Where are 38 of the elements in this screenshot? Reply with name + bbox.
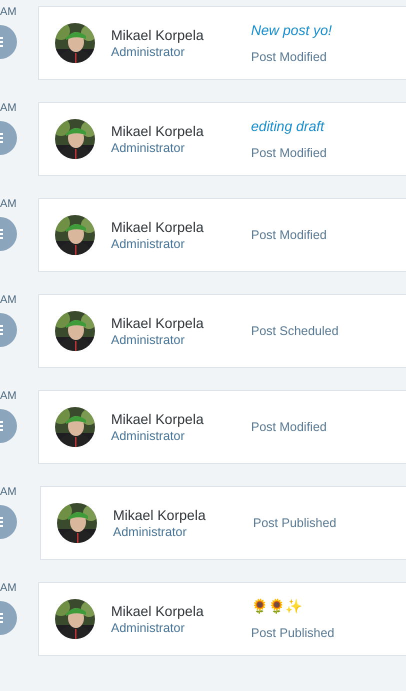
time-label: AM <box>0 390 16 402</box>
user-name: Mikael Korpela <box>111 314 205 332</box>
action-label: Post Published <box>251 625 334 641</box>
user-name: Mikael Korpela <box>111 218 205 236</box>
user-role: Administrator <box>111 428 186 444</box>
user-name: Mikael Korpela <box>113 506 207 524</box>
user-role: Administrator <box>111 236 186 252</box>
action-label: Post Modified <box>251 49 328 65</box>
list-icon <box>0 25 17 59</box>
list-icon <box>0 505 17 539</box>
post-title: 🌻🌻✨ <box>251 597 303 615</box>
user-role: Administrator <box>111 620 186 636</box>
list-icon <box>0 217 17 251</box>
action-label: Post Modified <box>251 419 327 435</box>
user-role: Administrator <box>111 44 186 60</box>
post-title-link[interactable]: editing draft <box>251 117 327 135</box>
list-icon <box>0 409 17 443</box>
time-label: AM <box>0 486 16 498</box>
list-icon <box>0 313 17 347</box>
list-icon <box>0 121 17 155</box>
post-title-link[interactable]: New post yo! <box>251 21 332 39</box>
user-role: Administrator <box>111 140 186 156</box>
action-label: Post Scheduled <box>251 323 339 339</box>
user-name: Mikael Korpela <box>111 26 205 44</box>
action-label: Post Published <box>253 515 336 531</box>
user-role: Administrator <box>111 332 186 348</box>
list-icon <box>0 601 17 635</box>
action-label: Post Modified <box>251 227 327 243</box>
time-label: AM <box>0 198 16 210</box>
time-label: AM <box>0 294 16 306</box>
time-label: AM <box>0 102 16 114</box>
user-name: Mikael Korpela <box>111 602 205 620</box>
user-name: Mikael Korpela <box>111 122 205 140</box>
action-label: Post Modified <box>251 145 327 161</box>
time-label: AM <box>0 582 16 594</box>
time-label: AM <box>0 6 16 18</box>
user-role: Administrator <box>113 524 188 540</box>
user-name: Mikael Korpela <box>111 410 205 428</box>
